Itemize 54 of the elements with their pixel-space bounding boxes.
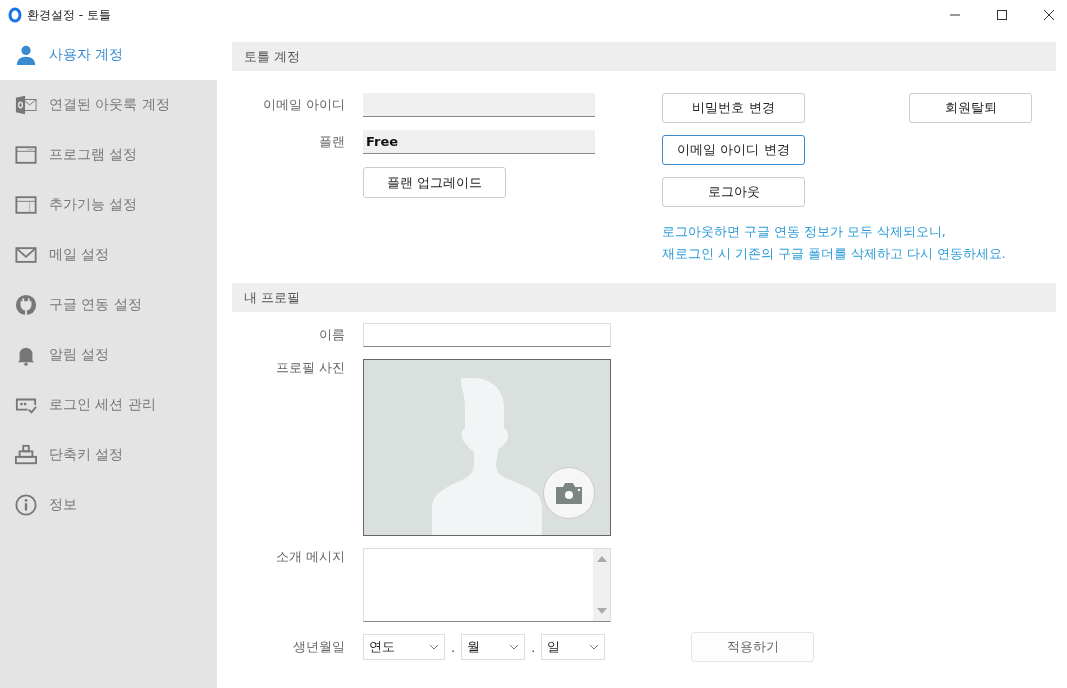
scroll-down-icon[interactable] [596,607,607,615]
window-title: 환경설정 - 토틀 [27,6,111,24]
account-button[interactable]: 이메일 아이디 변경 [662,135,805,165]
plug-icon [15,294,37,316]
field-label: 소개 메시지 [274,548,345,566]
camera-button[interactable] [543,467,595,519]
keyboard-icon [15,444,37,466]
chevron-down-icon [429,644,439,650]
account-button[interactable]: 로그아웃 [662,177,805,207]
sidebar-item[interactable]: 추가기능 설정 [0,180,217,230]
person-icon [15,44,37,66]
panel-icon [15,194,37,216]
camera-icon [554,482,584,504]
date-separator: . [531,639,536,655]
scroll-up-icon[interactable] [596,555,607,563]
notice-text: 재로그인 시 기존의 구글 폴더를 삭제하고 다시 연동하세요. [662,245,1006,263]
field-label: 이메일 아이디 [261,96,345,114]
field-label: 플랜 [318,133,345,151]
notice-text: 로그아웃하면 구글 연동 정보가 모두 삭제되오니, [662,223,946,241]
close-icon[interactable] [1043,9,1055,21]
field-label: 생년월일 [292,638,345,656]
chevron-down-icon [509,644,520,650]
withdraw-button[interactable]: 회원탈퇴 [909,93,1032,123]
upgrade-button[interactable]: 플랜 업그레이드 [363,167,506,198]
date-separator: . [451,639,456,655]
sidebar-item[interactable]: 사용자 계정 [0,30,217,80]
sidebar-item[interactable]: 단축키 설정 [0,430,217,480]
outlook-icon [15,94,37,116]
sidebar-item[interactable]: 로그인 세션 관리 [0,380,217,430]
email-field[interactable] [363,93,595,117]
app-logo-icon [8,7,22,23]
profile-photo-placeholder[interactable] [363,359,611,536]
date-dropdown[interactable]: 월 [461,634,526,660]
sidebar-item[interactable]: 구글 연동 설정 [0,280,217,330]
date-dropdown[interactable]: 일 [541,634,606,660]
section-header: 내 프로필 [232,283,1056,312]
window-icon [15,144,37,166]
account-button[interactable]: 비밀번호 변경 [662,93,805,123]
field-label: 프로필 사진 [274,359,345,377]
chevron-down-icon [589,644,600,650]
mail-icon [15,244,37,266]
sidebar-item[interactable]: 프로그램 설정 [0,130,217,180]
plan-field: Free [363,130,595,154]
sidebar-item[interactable]: 연결된 아웃룩 계정 [0,80,217,130]
section-header: 토틀 계정 [232,42,1056,71]
date-dropdown[interactable]: 연도 [363,634,445,660]
sidebar-item[interactable]: 알림 설정 [0,330,217,380]
sidebar-item[interactable]: 정보 [0,480,217,530]
maximize-icon[interactable] [996,9,1008,21]
field-label: 이름 [318,326,345,344]
scrollbar[interactable] [593,549,610,621]
info-icon [15,494,37,516]
name-input[interactable] [363,323,611,347]
sidebar-item[interactable]: 메일 설정 [0,230,217,280]
